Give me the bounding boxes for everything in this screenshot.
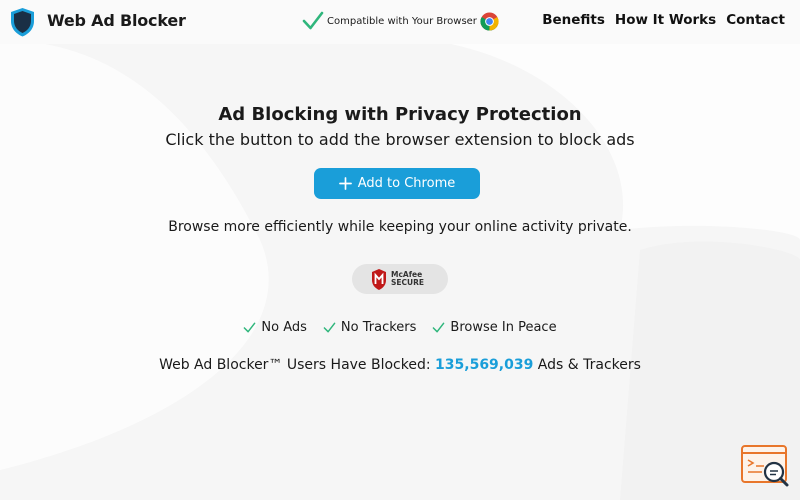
hero-section: Ad Blocking with Privacy Protection Clic…: [0, 0, 800, 500]
plus-icon: [338, 177, 352, 190]
tagline: Browse more efficiently while keeping yo…: [168, 219, 632, 235]
check-icon: [433, 322, 445, 333]
stats-suffix: Ads & Trackers: [533, 357, 641, 373]
check-icon: [244, 322, 256, 333]
stats-prefix: Web Ad Blocker™ Users Have Blocked:: [159, 357, 436, 373]
check-icon: [323, 322, 336, 333]
mcafee-secure-badge[interactable]: McAfee SECURE: [352, 264, 448, 294]
feature-label: No Ads: [261, 320, 307, 335]
page-title: Ad Blocking with Privacy Protection: [218, 104, 582, 125]
blocked-count: 135,569,039: [435, 357, 534, 373]
mcafee-badge-text: McAfee SECURE: [391, 270, 425, 287]
add-to-chrome-label: Add to Chrome: [357, 176, 456, 191]
feature-item: No Trackers: [323, 320, 416, 335]
search-widget-icon[interactable]: [740, 444, 792, 490]
feature-label: Browse In Peace: [450, 320, 557, 335]
page-subtitle: Click the button to add the browser exte…: [165, 130, 635, 149]
feature-item: No Ads: [243, 320, 307, 335]
feature-label: No Trackers: [340, 320, 417, 335]
blocked-stats: Web Ad Blocker™ Users Have Blocked: 135,…: [0, 357, 800, 373]
feature-list: No Ads No Trackers Browse In Peace: [0, 320, 800, 335]
feature-item: Browse In Peace: [432, 320, 557, 335]
add-to-chrome-button[interactable]: Add to Chrome: [314, 168, 480, 199]
